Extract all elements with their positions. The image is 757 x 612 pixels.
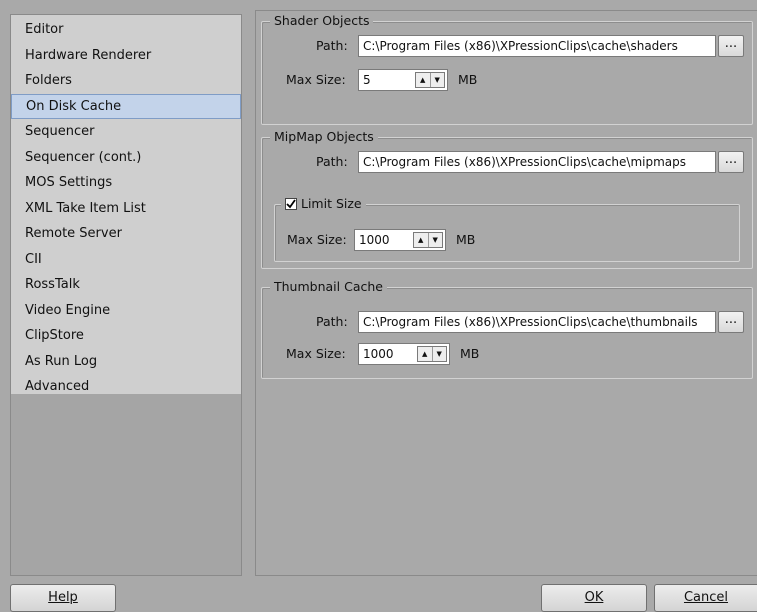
sidebar-item-xml-take-item-list[interactable]: XML Take Item List: [11, 196, 241, 222]
mipmap-maxsize-value: 1000: [359, 233, 390, 247]
cancel-button-label: Cancel: [683, 590, 729, 605]
mipmap-browse-button[interactable]: ...: [718, 151, 744, 173]
sidebar-item-clipstore[interactable]: ClipStore: [11, 323, 241, 349]
sidebar-item-remote-server[interactable]: Remote Server: [11, 221, 241, 247]
shader-objects-title: Shader Objects: [270, 13, 374, 29]
sidebar-item-sequencer-cont[interactable]: Sequencer (cont.): [11, 145, 241, 171]
spin-up-icon[interactable]: ▲: [418, 347, 433, 361]
shader-browse-button[interactable]: ...: [718, 35, 744, 57]
limit-size-label: Limit Size: [301, 196, 362, 211]
thumbnail-maxsize-value: 1000: [363, 347, 394, 361]
shader-path-label: Path:: [316, 38, 348, 53]
thumbnail-cache-group: Thumbnail Cache Path: C:\Program Files (…: [261, 279, 753, 379]
shader-maxsize-value: 5: [363, 73, 371, 87]
shader-maxsize-spinner[interactable]: 5 ▲ ▼: [358, 69, 448, 91]
spin-down-icon[interactable]: ▼: [429, 233, 443, 247]
sidebar-item-editor[interactable]: Editor: [11, 17, 241, 43]
shader-path-input[interactable]: C:\Program Files (x86)\XPressionClips\ca…: [358, 35, 716, 57]
spin-up-icon[interactable]: ▲: [416, 73, 431, 87]
sidebar-item-video-engine[interactable]: Video Engine: [11, 298, 241, 324]
ok-button[interactable]: OK: [541, 584, 647, 612]
thumbnail-maxsize-label: Max Size:: [286, 346, 346, 361]
sidebar-item-rosstalk[interactable]: RossTalk: [11, 272, 241, 298]
settings-panel: Shader Objects Path: C:\Program Files (x…: [255, 10, 757, 576]
spin-down-icon[interactable]: ▼: [431, 73, 445, 87]
spin-down-icon[interactable]: ▼: [433, 347, 447, 361]
mipmap-path-input[interactable]: C:\Program Files (x86)\XPressionClips\ca…: [358, 151, 716, 173]
mipmap-unit: MB: [456, 232, 476, 247]
help-button[interactable]: Help: [10, 584, 116, 612]
shader-objects-group: Shader Objects Path: C:\Program Files (x…: [261, 13, 753, 125]
sidebar-item-sequencer[interactable]: Sequencer: [11, 119, 241, 145]
help-button-label: Help: [48, 590, 78, 605]
sidebar-item-folders[interactable]: Folders: [11, 68, 241, 94]
limit-size-checkbox-row[interactable]: Limit Size: [281, 196, 366, 212]
shader-maxsize-label: Max Size:: [286, 72, 346, 87]
sidebar-item-as-run-log[interactable]: As Run Log: [11, 349, 241, 375]
limit-size-group: Limit Size Max Size: 1000 ▲ ▼ MB: [274, 196, 740, 262]
shader-unit: MB: [458, 72, 478, 87]
sidebar-item-on-disk-cache[interactable]: On Disk Cache: [11, 93, 241, 119]
thumbnail-maxsize-spinner[interactable]: 1000 ▲ ▼: [358, 343, 450, 365]
category-list-items: Editor Hardware Renderer Folders On Disk…: [11, 15, 241, 394]
ok-button-label: OK: [584, 590, 604, 605]
sidebar-item-hardware-renderer[interactable]: Hardware Renderer: [11, 43, 241, 69]
mipmap-maxsize-spinner[interactable]: 1000 ▲ ▼: [354, 229, 446, 251]
limit-size-checkbox[interactable]: [285, 198, 297, 210]
sidebar-item-advanced[interactable]: Advanced: [11, 374, 241, 400]
thumbnail-cache-title: Thumbnail Cache: [270, 279, 387, 295]
cancel-button[interactable]: Cancel: [654, 584, 757, 612]
mipmap-maxsize-stepper[interactable]: ▲ ▼: [413, 232, 443, 248]
mipmap-objects-group: MipMap Objects Path: C:\Program Files (x…: [261, 129, 753, 269]
thumbnail-unit: MB: [460, 346, 480, 361]
thumbnail-maxsize-stepper[interactable]: ▲ ▼: [417, 346, 447, 362]
mipmap-maxsize-label: Max Size:: [287, 232, 347, 247]
thumbnail-path-input[interactable]: C:\Program Files (x86)\XPressionClips\ca…: [358, 311, 716, 333]
sidebar-item-cii[interactable]: CII: [11, 247, 241, 273]
thumbnail-browse-button[interactable]: ...: [718, 311, 744, 333]
shader-maxsize-stepper[interactable]: ▲ ▼: [415, 72, 445, 88]
mipmap-objects-title: MipMap Objects: [270, 129, 378, 145]
mipmap-path-label: Path:: [316, 154, 348, 169]
spin-up-icon[interactable]: ▲: [414, 233, 429, 247]
checkmark-icon: [286, 199, 296, 209]
settings-category-list[interactable]: Editor Hardware Renderer Folders On Disk…: [10, 14, 242, 576]
sidebar-item-mos-settings[interactable]: MOS Settings: [11, 170, 241, 196]
thumbnail-path-label: Path:: [316, 314, 348, 329]
